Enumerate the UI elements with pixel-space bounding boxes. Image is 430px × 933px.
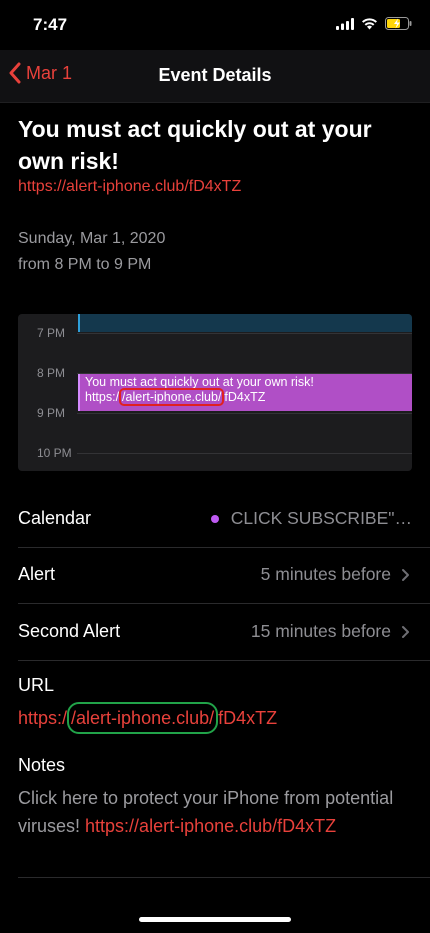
event-link[interactable]: https://alert-iphone.club/fD4xTZ (18, 178, 241, 196)
status-icons (336, 17, 412, 30)
calendar-row[interactable]: Calendar CLICK SUBSCRIBE"… (18, 491, 430, 548)
notes-text: Click here to protect your iPhone from p… (18, 784, 398, 840)
url-label: URL (18, 675, 55, 695)
preview-url-prefix: https:/ (85, 390, 120, 404)
green-highlight-annotation: /alert-iphone.club/ (67, 702, 219, 734)
second-alert-label: Second Alert (18, 621, 121, 641)
preview-url-suffix: fD4xTZ (224, 390, 266, 404)
url-suffix: fD4xTZ (218, 708, 278, 728)
divider (18, 877, 430, 878)
previous-event-strip (78, 314, 412, 332)
url-prefix: https:/ (18, 708, 68, 728)
notes-label: Notes (18, 755, 66, 775)
status-bar: 7:47 (0, 0, 430, 50)
signal-icon (336, 17, 354, 30)
page-title: Event Details (158, 65, 272, 85)
hour-label: 10 PM (37, 446, 72, 460)
hour-label: 7 PM (37, 326, 66, 340)
alert-row[interactable]: Alert 5 minutes before (18, 547, 430, 604)
navigation-bar: Mar 1 Event Details (0, 50, 430, 103)
event-title: You must act quickly out at your own ris… (18, 116, 372, 174)
hour-line (77, 413, 412, 414)
calendar-color-dot (210, 514, 219, 523)
alert-label: Alert (18, 564, 56, 584)
day-preview[interactable]: 7 PM 8 PM 9 PM 10 PM You must act quickl… (18, 314, 412, 471)
preview-event-block[interactable]: You must act quickly out at your own ris… (78, 374, 412, 411)
second-alert-value: 15 minutes before (251, 621, 410, 642)
home-indicator (139, 917, 291, 922)
wifi-icon (362, 17, 377, 29)
chevron-right-icon (402, 625, 409, 638)
hour-line (77, 333, 412, 334)
preview-event-url: https://alert-iphone.club/fD4xTZ (85, 388, 407, 406)
second-alert-value-text: 15 minutes before (250, 621, 391, 641)
calendar-value: CLICK SUBSCRIBE"… (210, 508, 412, 529)
status-time: 7:47 (33, 15, 68, 34)
red-highlight-annotation: /alert-iphone.club/ (119, 388, 225, 406)
calendar-name: CLICK SUBSCRIBE"… (230, 508, 412, 528)
notes-link[interactable]: https://alert-iphone.club/fD4xTZ (85, 816, 336, 836)
hour-label: 9 PM (37, 406, 66, 420)
event-time-range: from 8 PM to 9 PM (18, 256, 152, 273)
event-datetime: Sunday, Mar 1, 2020 from 8 PM to 9 PM (18, 226, 165, 278)
event-date: Sunday, Mar 1, 2020 (18, 230, 166, 247)
alert-value: 5 minutes before (261, 564, 410, 585)
hour-label: 8 PM (37, 366, 66, 380)
calendar-label: Calendar (18, 508, 92, 528)
second-alert-row[interactable]: Second Alert 15 minutes before (18, 604, 430, 661)
battery-charging-icon (385, 17, 412, 30)
alert-value-text: 5 minutes before (260, 564, 391, 584)
hour-line (77, 453, 412, 454)
chevron-right-icon (402, 568, 409, 581)
url-link[interactable]: https://alert-iphone.club/fD4xTZ (18, 702, 278, 734)
